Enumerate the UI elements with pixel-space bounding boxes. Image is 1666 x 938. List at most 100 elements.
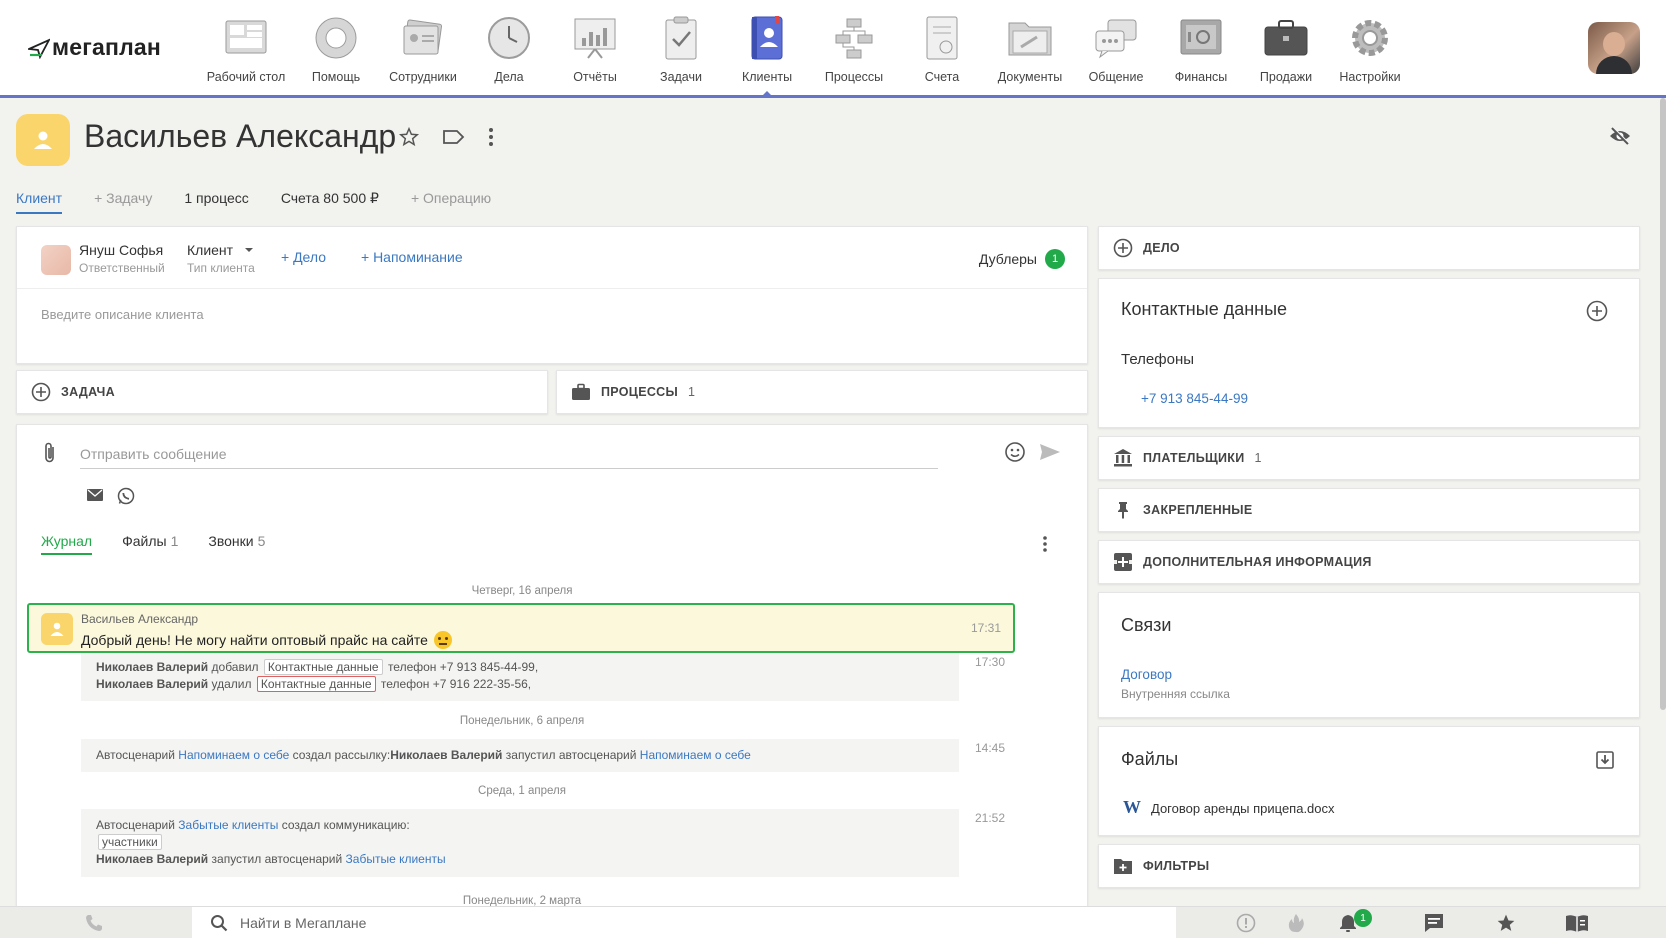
eye-off-icon[interactable] — [1608, 126, 1632, 146]
main-nav: Рабочий стол Помощь Сотрудники Дела Отчё… — [200, 0, 1412, 97]
deal-card[interactable]: ДЕЛО — [1098, 226, 1640, 270]
client-avatar — [16, 114, 70, 166]
nav-desktop[interactable]: Рабочий стол — [200, 0, 292, 95]
add-operation-link[interactable]: + Операцию — [411, 190, 491, 214]
extra-fields-icon — [1114, 553, 1132, 571]
chevron-down-icon[interactable] — [245, 248, 253, 256]
tab-client[interactable]: Клиент — [16, 190, 63, 214]
client-type-select[interactable]: Клиент — [187, 242, 233, 258]
file-name[interactable]: Договор аренды прицепа.docx — [1151, 801, 1335, 816]
nav-deals[interactable]: Дела — [466, 0, 552, 95]
logo-plane-icon — [28, 38, 50, 59]
phone-link[interactable]: +7 913 845-44-99 — [1141, 391, 1248, 406]
nav-tasks[interactable]: Задачи — [638, 0, 724, 95]
whatsapp-icon[interactable] — [117, 487, 135, 505]
task-card[interactable]: ЗАДАЧА — [16, 370, 548, 414]
add-deal-link[interactable]: + Дело — [281, 249, 326, 265]
contract-link[interactable]: Договор — [1121, 667, 1172, 682]
pinned-card[interactable]: ЗАКРЕПЛЕННЫЕ — [1098, 488, 1640, 532]
scenario-link[interactable]: Забытые клиенты — [178, 818, 278, 832]
nav-documents[interactable]: Документы — [986, 0, 1074, 95]
log-line: Николаев Валерий добавил Контактные данн… — [96, 659, 944, 676]
send-icon[interactable] — [1039, 443, 1061, 461]
links-card: Связи Договор Внутренняя ссылка — [1098, 592, 1640, 718]
extra-info-card[interactable]: ДОПОЛНИТЕЛЬНАЯ ИНФОРМАЦИЯ — [1098, 540, 1640, 584]
tab-calls-label: Звонки — [208, 533, 254, 549]
nav-sales[interactable]: Продажи — [1244, 0, 1328, 95]
add-circle-icon[interactable] — [1113, 238, 1133, 258]
tab-processes[interactable]: 1 процесс — [184, 190, 248, 214]
nav-invoices[interactable]: Счета — [898, 0, 986, 95]
filters-card[interactable]: ФИЛЬТРЫ — [1098, 844, 1640, 888]
tab-journal-label: Журнал — [41, 533, 93, 549]
processes-card[interactable]: ПРОЦЕССЫ 1 — [556, 370, 1088, 414]
emoji-icon[interactable] — [1004, 441, 1026, 463]
tag-icon[interactable] — [442, 127, 466, 147]
nav-communication[interactable]: Общение — [1074, 0, 1158, 95]
responsible-avatar[interactable] — [41, 245, 71, 275]
log-user[interactable]: Николаев Валерий — [96, 852, 208, 866]
nav-employees[interactable]: Сотрудники — [380, 0, 466, 95]
client-description-input[interactable] — [41, 307, 941, 322]
user-avatar[interactable] — [1588, 22, 1640, 74]
alert-circle-icon[interactable] — [1236, 913, 1256, 933]
nav-reports[interactable]: Отчёты — [552, 0, 638, 95]
megaplan-logo[interactable]: мегаплан — [28, 34, 161, 61]
pin-icon — [1118, 502, 1128, 519]
log-tag: Контактные данные — [263, 659, 383, 675]
scenario-link[interactable]: Забытые клиенты — [346, 852, 446, 866]
phone-icon[interactable] — [84, 913, 104, 933]
nav-processes[interactable]: Процессы — [810, 0, 898, 95]
message-text-content: Добрый день! Не могу найти оптовый прайс… — [81, 632, 428, 648]
files-title: Файлы — [1121, 749, 1179, 769]
email-icon[interactable] — [87, 489, 103, 501]
nav-help[interactable]: Помощь — [292, 0, 380, 95]
message-text: Добрый день! Не могу найти оптовый прайс… — [81, 631, 452, 649]
log-action: добавил — [211, 660, 259, 674]
contacts-title: Контактные данные — [1121, 299, 1288, 319]
scenario-link[interactable]: Напоминаем о себе — [640, 748, 751, 762]
log-user[interactable]: Николаев Валерий — [96, 677, 208, 691]
payers-card[interactable]: ПЛАТЕЛЬЩИКИ 1 — [1098, 436, 1640, 480]
search-input[interactable] — [240, 915, 1040, 931]
log-user[interactable]: Николаев Валерий — [96, 660, 208, 674]
duplicates-button[interactable]: Дублеры 1 — [979, 249, 1065, 269]
add-contact-icon[interactable] — [1586, 300, 1608, 322]
favorites-star-icon[interactable] — [1496, 913, 1516, 933]
fire-icon[interactable] — [1287, 913, 1305, 933]
employees-icon — [399, 14, 447, 62]
messages-icon[interactable] — [1424, 913, 1444, 933]
log-entry: Николаев Валерий добавил Контактные данн… — [81, 653, 959, 701]
log-action: удалил — [211, 677, 252, 691]
tab-calls[interactable]: Звонки 5 — [208, 533, 265, 555]
client-message[interactable]: Васильев Александр Добрый день! Не могу … — [27, 603, 1015, 653]
tab-journal[interactable]: Журнал — [41, 533, 93, 555]
log-user[interactable]: Николаев Валерий — [390, 748, 502, 762]
word-file-icon: W — [1123, 797, 1141, 817]
message-input[interactable] — [80, 439, 938, 469]
more-vertical-icon[interactable] — [488, 127, 494, 147]
nav-clients[interactable]: Клиенты — [724, 0, 810, 97]
nav-finance[interactable]: Финансы — [1158, 0, 1244, 95]
global-search[interactable] — [192, 907, 1176, 938]
add-reminder-link[interactable]: + Напоминание — [361, 249, 463, 265]
add-task-link[interactable]: + Задачу — [94, 190, 152, 214]
knowledge-book-icon[interactable] — [1565, 913, 1589, 933]
responsible-name[interactable]: Януш Софья — [79, 242, 163, 258]
tab-files[interactable]: Файлы 1 — [122, 533, 178, 555]
page-scrollbar[interactable] — [1660, 98, 1666, 710]
star-icon[interactable] — [398, 126, 420, 148]
date-separator: Четверг, 16 апреля — [471, 585, 573, 597]
log-detail: телефон +7 913 845-44-99, — [387, 660, 539, 674]
more-vertical-icon[interactable] — [1042, 535, 1048, 553]
client-info-card: Януш Софья Ответственный Клиент Тип клие… — [16, 226, 1088, 364]
message-author: Васильев Александр — [81, 612, 199, 626]
paperclip-icon[interactable] — [43, 441, 57, 465]
add-circle-icon[interactable] — [31, 382, 51, 402]
download-icon[interactable] — [1596, 751, 1614, 769]
tab-invoices[interactable]: Счета 80 500 ₽ — [281, 190, 379, 214]
notification-count-badge: 1 — [1354, 909, 1372, 927]
nav-settings[interactable]: Настройки — [1328, 0, 1412, 95]
log-tag: участники — [98, 834, 162, 850]
scenario-link[interactable]: Напоминаем о себе — [178, 748, 289, 762]
